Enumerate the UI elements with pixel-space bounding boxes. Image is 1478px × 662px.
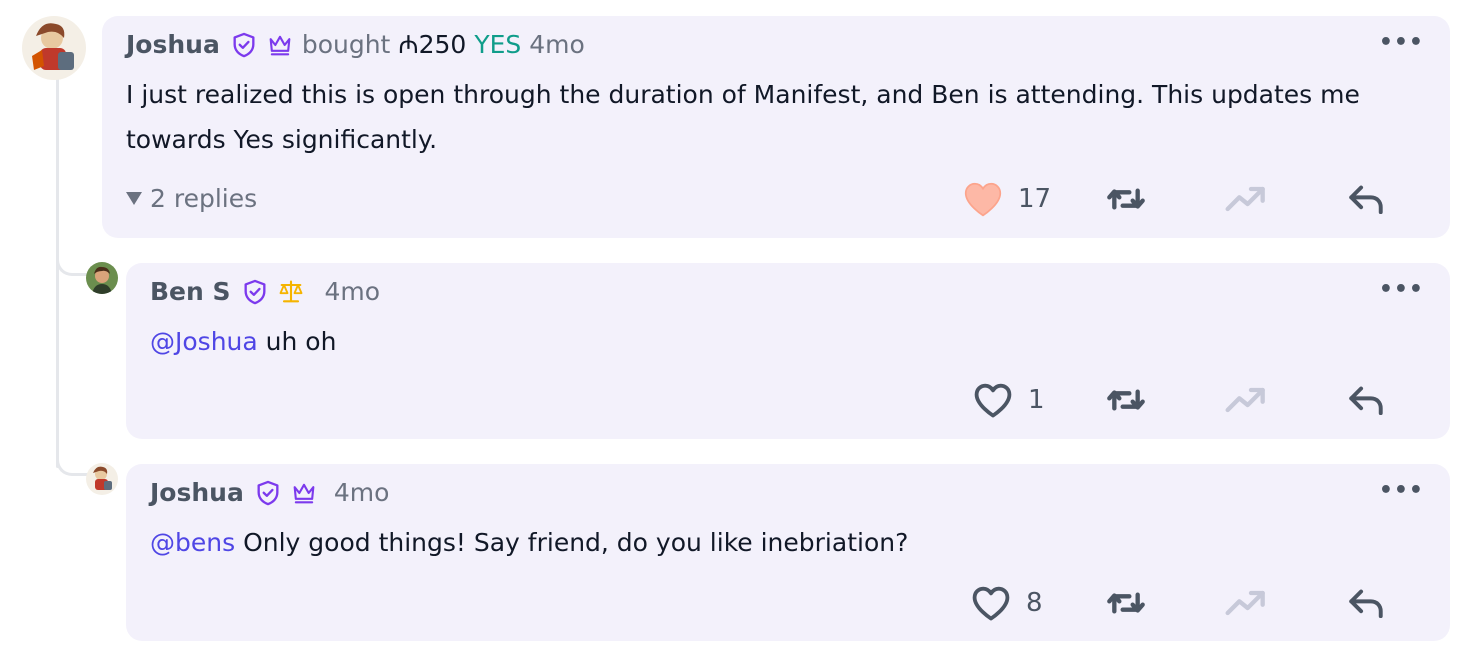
reply-arrow-icon bbox=[1349, 386, 1383, 416]
comment-body: I just realized this is open through the… bbox=[126, 72, 1360, 162]
more-options-button[interactable]: ••• bbox=[1379, 30, 1424, 55]
crown-icon bbox=[290, 479, 318, 507]
comment-time[interactable]: 4mo bbox=[334, 478, 390, 508]
thread-branch-2 bbox=[56, 430, 90, 476]
reply-button[interactable] bbox=[1348, 586, 1384, 620]
comment-card: Ben S 4mo ••• @Joshua uh oh 1 bbox=[126, 263, 1450, 439]
replies-toggle[interactable]: 2 replies bbox=[126, 184, 257, 213]
like-button[interactable]: 17 bbox=[962, 180, 1051, 218]
thread-line bbox=[56, 78, 59, 468]
more-options-button[interactable]: ••• bbox=[1379, 277, 1424, 302]
like-count: 1 bbox=[1028, 385, 1045, 415]
heart-icon bbox=[972, 586, 1010, 621]
like-count: 8 bbox=[1026, 588, 1043, 618]
trending-up-icon bbox=[1225, 186, 1265, 212]
repost-button[interactable] bbox=[1106, 182, 1146, 216]
trending-button[interactable] bbox=[1224, 385, 1268, 415]
repost-icon bbox=[1107, 389, 1145, 411]
reply-button[interactable] bbox=[1348, 383, 1384, 417]
comment-body: @bens Only good things! Say friend, do y… bbox=[150, 520, 908, 565]
user-mention[interactable]: @Joshua bbox=[150, 327, 258, 356]
replies-count: 2 replies bbox=[150, 184, 258, 213]
repost-button[interactable] bbox=[1106, 383, 1146, 417]
crown-icon bbox=[266, 31, 294, 59]
verified-shield-icon bbox=[241, 278, 269, 306]
comment-header: Ben S 4mo bbox=[150, 277, 380, 307]
comment-time[interactable]: 4mo bbox=[529, 30, 585, 60]
comment-body-line: I just realized this is open through the… bbox=[126, 80, 1360, 109]
like-count: 17 bbox=[1018, 184, 1052, 214]
reply-arrow-icon bbox=[1349, 589, 1383, 619]
comment-body-line: towards Yes significantly. bbox=[126, 125, 438, 154]
author-name[interactable]: Joshua bbox=[150, 478, 244, 508]
comment-card: Joshua bought ₼250 YES 4mo ••• I just re… bbox=[102, 16, 1450, 238]
author-name[interactable]: Ben S bbox=[150, 277, 231, 307]
caret-down-icon bbox=[126, 192, 142, 205]
reply-arrow-icon bbox=[1349, 185, 1383, 215]
trending-button[interactable] bbox=[1224, 588, 1268, 618]
avatar[interactable] bbox=[86, 262, 118, 294]
comment-card: Joshua 4mo ••• @bens Only good things! S… bbox=[126, 464, 1450, 641]
comment-body: @Joshua uh oh bbox=[150, 319, 336, 364]
trending-up-icon bbox=[1225, 387, 1265, 413]
like-button[interactable]: 8 bbox=[970, 584, 1043, 622]
thread-branch-1 bbox=[56, 230, 90, 276]
repost-icon bbox=[1107, 188, 1145, 210]
trending-button[interactable] bbox=[1224, 184, 1268, 214]
trending-up-icon bbox=[1225, 590, 1265, 616]
like-button[interactable]: 1 bbox=[972, 381, 1045, 419]
comment-header: Joshua 4mo bbox=[150, 478, 389, 508]
verified-shield-icon bbox=[230, 31, 258, 59]
trade-action: bought bbox=[301, 30, 391, 59]
comment-text: Only good things! Say friend, do you lik… bbox=[243, 528, 909, 557]
author-name[interactable]: Joshua bbox=[126, 30, 220, 60]
user-mention[interactable]: @bens bbox=[150, 528, 235, 557]
reply-button[interactable] bbox=[1348, 182, 1384, 216]
heart-icon bbox=[974, 383, 1012, 418]
avatar[interactable] bbox=[86, 463, 118, 495]
scales-icon bbox=[277, 278, 305, 306]
more-options-button[interactable]: ••• bbox=[1379, 478, 1424, 503]
comment-text: uh oh bbox=[265, 327, 337, 356]
comment-time[interactable]: 4mo bbox=[325, 277, 381, 307]
heart-filled-icon bbox=[964, 182, 1002, 217]
verified-shield-icon bbox=[254, 479, 282, 507]
avatar[interactable] bbox=[22, 16, 86, 80]
trade-amount: ₼250 bbox=[398, 30, 467, 59]
trade-outcome: YES bbox=[474, 30, 522, 59]
repost-icon bbox=[1107, 592, 1145, 614]
repost-button[interactable] bbox=[1106, 586, 1146, 620]
comment-header: Joshua bought ₼250 YES 4mo bbox=[126, 30, 585, 60]
